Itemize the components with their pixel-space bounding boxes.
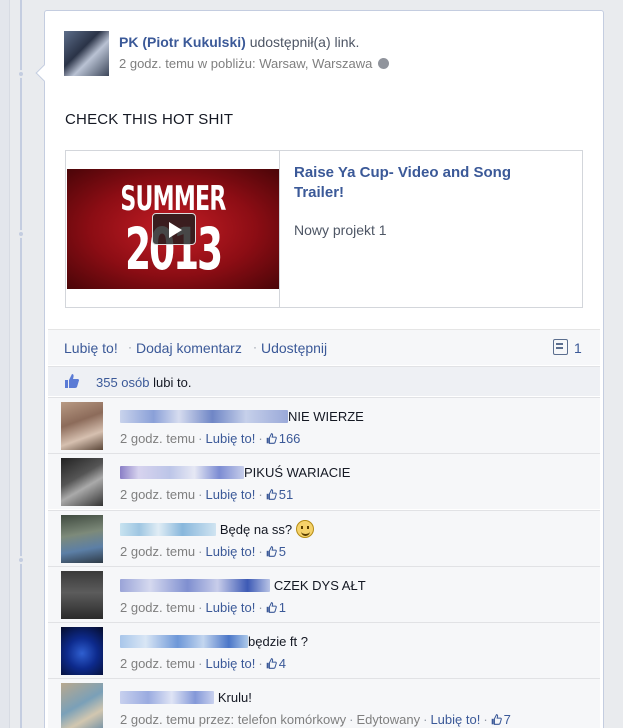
comment-body: Krulu! xyxy=(120,688,252,705)
thumbs-up-icon xyxy=(266,489,277,500)
post-actions-bar: Lubię to! · Dodaj komentarz · Udostępnij… xyxy=(48,329,600,365)
comment-like-link[interactable]: Lubię to! xyxy=(206,544,256,559)
comment-like-link[interactable]: Lubię to! xyxy=(430,712,480,727)
thumbs-up-icon xyxy=(266,433,277,444)
commenter-avatar[interactable] xyxy=(61,458,103,506)
comment-meta: 2 godz. temu · Lubię to! · 5 xyxy=(120,544,286,559)
commenter-avatar[interactable] xyxy=(61,627,103,675)
comment-text: będzie ft ? xyxy=(248,633,308,649)
comment-item: Krulu! 2 godz. temu przez: telefon komór… xyxy=(48,678,600,728)
post-meta: 2 godz. temu w pobliżu: Warsaw, Warszawa xyxy=(119,56,539,71)
comment-like-link[interactable]: Lubię to! xyxy=(206,487,256,502)
likes-summary: 355 osób lubi to. xyxy=(48,366,600,396)
comment-body: NIE WIERZE xyxy=(120,407,364,424)
comment-like-link[interactable]: Lubię to! xyxy=(206,431,256,446)
comment-meta: 2 godz. temu · Lubię to! · 51 xyxy=(120,487,294,502)
timeline-spine xyxy=(20,0,22,728)
commenter-avatar[interactable] xyxy=(61,402,103,450)
separator: · xyxy=(253,340,257,354)
commenter-name-blurred[interactable] xyxy=(120,409,288,423)
commenter-name-blurred[interactable] xyxy=(120,578,270,592)
smiley-emoticon-icon xyxy=(296,520,315,539)
commenter-name-blurred[interactable] xyxy=(120,634,248,648)
comment-time[interactable]: 2 godz. temu xyxy=(120,487,195,502)
post-status-text: CHECK THIS HOT SHIT xyxy=(65,111,234,128)
comment-like-count[interactable]: 51 xyxy=(279,487,293,502)
post-header-text: PK (Piotr Kukulski) udostępnił(a) link. … xyxy=(119,34,539,71)
share-link[interactable]: Udostępnij xyxy=(261,340,327,356)
likes-text: 355 osób lubi to. xyxy=(96,375,191,390)
comment-like-count[interactable]: 7 xyxy=(504,712,511,727)
comment-item: PIKUŚ WARIACIE 2 godz. temu · Lubię to! · 51 xyxy=(48,453,600,509)
commenter-avatar[interactable] xyxy=(61,515,103,563)
add-comment-link[interactable]: Dodaj komentarz xyxy=(136,340,242,356)
comment-text: Będę na ss? xyxy=(219,521,293,537)
comment-edited[interactable]: Edytowany xyxy=(357,712,421,727)
thumbs-up-icon xyxy=(491,714,502,725)
play-icon[interactable] xyxy=(152,213,196,245)
comment-count[interactable]: 1 xyxy=(574,340,582,356)
post-action: udostępnił(a) link. xyxy=(249,34,360,50)
timeline-dot xyxy=(17,556,25,564)
likes-count-link[interactable]: 355 osób xyxy=(96,375,150,390)
comment-meta: 2 godz. temu · Lubię to! · 166 xyxy=(120,431,301,446)
comment-meta: 2 godz. temu · Lubię to! · 1 xyxy=(120,600,286,615)
comment-meta: 2 godz. temu przez: telefon komórkowy · Ed… xyxy=(120,712,511,727)
post-card: PK (Piotr Kukulski) udostępnił(a) link. … xyxy=(35,10,604,728)
commenter-name-blurred[interactable] xyxy=(120,465,244,479)
commenter-name-blurred[interactable] xyxy=(120,522,216,536)
comment-item: Będę na ss? 2 godz. temu · Lubię to! · 5 xyxy=(48,510,600,566)
timeline-dot xyxy=(17,70,25,78)
thumbs-up-icon xyxy=(266,546,277,557)
thumbs-up-icon xyxy=(266,658,277,669)
likes-suffix: lubi to. xyxy=(153,375,192,390)
like-link[interactable]: Lubię to! xyxy=(64,340,118,356)
comment-like-count[interactable]: 5 xyxy=(279,544,286,559)
comment-like-count[interactable]: 166 xyxy=(279,431,301,446)
thumbs-up-icon xyxy=(266,602,277,613)
timeline-dot xyxy=(17,230,25,238)
comment-icon[interactable] xyxy=(553,339,568,355)
separator: · xyxy=(128,340,132,354)
comment-text: NIE WIERZE xyxy=(288,408,364,424)
link-title[interactable]: Raise Ya Cup- Video and Song Trailer! xyxy=(294,163,564,203)
comment-like-count[interactable]: 1 xyxy=(279,600,286,615)
comment-time[interactable]: 2 godz. temu xyxy=(120,544,195,559)
link-divider xyxy=(279,151,280,307)
comment-time[interactable]: 2 godz. temu xyxy=(120,656,195,671)
globe-icon[interactable] xyxy=(378,58,390,69)
comment-time[interactable]: 2 godz. temu xyxy=(120,431,195,446)
link-subtitle: Nowy projekt 1 xyxy=(294,222,387,238)
comment-like-count[interactable]: 4 xyxy=(279,656,286,671)
comment-body: PIKUŚ WARIACIE xyxy=(120,463,351,480)
comment-item: NIE WIERZE 2 godz. temu · Lubię to! · 166 xyxy=(48,397,600,453)
commenter-name-blurred[interactable] xyxy=(120,690,214,704)
comment-text: PIKUŚ WARIACIE xyxy=(244,464,351,480)
comment-time[interactable]: 2 godz. temu przez: telefon komórkowy xyxy=(120,712,346,727)
comment-text: CZEK DYS AŁT xyxy=(273,577,366,593)
comment-time[interactable]: 2 godz. temu xyxy=(120,600,195,615)
comment-body: CZEK DYS AŁT xyxy=(120,576,366,593)
video-thumbnail[interactable]: SUMMER 2013 xyxy=(67,169,279,289)
left-edge-bar xyxy=(0,0,10,728)
comment-item: będzie ft ? 2 godz. temu · Lubię to! · 4 xyxy=(48,622,600,678)
link-preview[interactable]: SUMMER 2013 Raise Ya Cup- Video and Song… xyxy=(65,150,583,308)
author-name[interactable]: PK (Piotr Kukulski) xyxy=(119,34,246,50)
post-timestamp-location[interactable]: 2 godz. temu w pobliżu: Warsaw, Warszawa xyxy=(119,56,372,71)
comment-body: Będę na ss? xyxy=(120,520,315,539)
comment-item: CZEK DYS AŁT 2 godz. temu · Lubię to! · 1 xyxy=(48,566,600,622)
comment-like-link[interactable]: Lubię to! xyxy=(206,600,256,615)
timeline-pointer xyxy=(35,64,53,82)
thumbs-up-icon xyxy=(65,374,80,388)
comment-like-link[interactable]: Lubię to! xyxy=(206,656,256,671)
commenter-avatar[interactable] xyxy=(61,683,103,728)
commenter-avatar[interactable] xyxy=(61,571,103,619)
author-avatar[interactable] xyxy=(64,31,109,76)
comment-body: będzie ft ? xyxy=(120,632,308,649)
comment-text: Krulu! xyxy=(217,689,252,705)
comment-meta: 2 godz. temu · Lubię to! · 4 xyxy=(120,656,286,671)
